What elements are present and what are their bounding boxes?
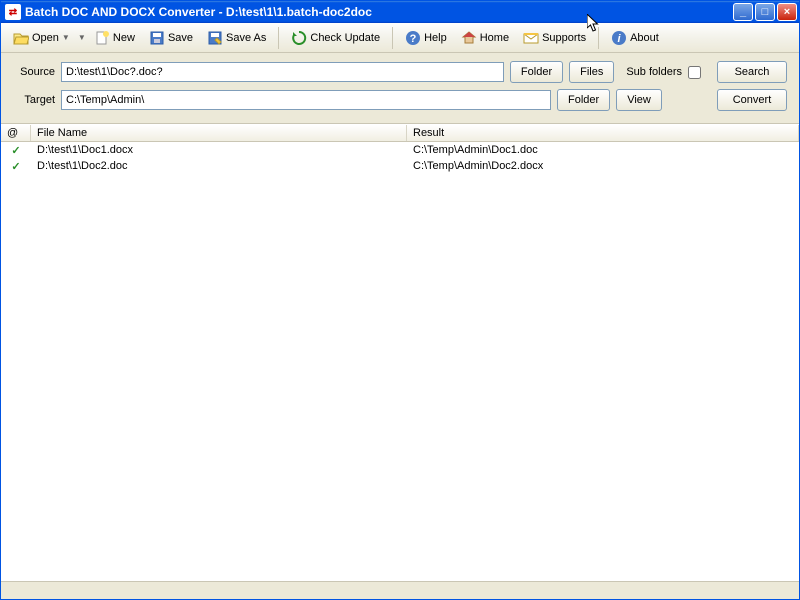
separator [392,27,393,49]
col-filename[interactable]: File Name [31,125,407,141]
check-icon: ✓ [1,160,31,173]
help-label: Help [424,32,447,44]
app-icon: ⇄ [5,4,21,20]
target-view-button[interactable]: View [616,89,662,111]
maximize-button[interactable]: □ [755,3,775,21]
target-input[interactable] [61,90,551,110]
check-update-button[interactable]: Check Update [285,27,386,49]
about-label: About [630,32,659,44]
list-header: @ File Name Result [1,124,799,142]
open-icon [13,30,29,46]
cell-result: C:\Temp\Admin\Doc2.docx [407,160,799,172]
save-icon [149,30,165,46]
statusbar [1,581,799,599]
supports-icon [523,30,539,46]
save-button[interactable]: Save [143,27,199,49]
source-label: Source [13,66,55,78]
window-title: Batch DOC AND DOCX Converter - D:\test\1… [25,5,733,19]
check-icon: ✓ [1,144,31,157]
convert-button[interactable]: Convert [717,89,787,111]
close-button[interactable]: × [777,3,797,21]
col-status[interactable]: @ [1,125,31,141]
open-label: Open [32,32,59,44]
check-update-label: Check Update [310,32,380,44]
new-button[interactable]: New [88,27,141,49]
open-dropdown[interactable]: ▼ [78,33,86,42]
toolbar: Open ▼ ▼ New Save Save As Check Update ?… [1,23,799,53]
new-label: New [113,32,135,44]
help-button[interactable]: ? Help [399,27,453,49]
check-update-icon [291,30,307,46]
subfolders-label: Sub folders [626,66,682,78]
save-label: Save [168,32,193,44]
subfolders-checkbox[interactable] [688,66,701,79]
supports-button[interactable]: Supports [517,27,592,49]
supports-label: Supports [542,32,586,44]
open-dropdown-icon: ▼ [62,33,70,42]
home-icon [461,30,477,46]
cell-filename: D:\test\1\Doc2.doc [31,160,407,172]
separator [278,27,279,49]
target-label: Target [13,94,55,106]
table-row[interactable]: ✓D:\test\1\Doc2.docC:\Temp\Admin\Doc2.do… [1,158,799,174]
target-folder-button[interactable]: Folder [557,89,610,111]
svg-text:?: ? [410,33,417,45]
help-icon: ? [405,30,421,46]
separator [598,27,599,49]
saveas-label: Save As [226,32,266,44]
saveas-button[interactable]: Save As [201,27,272,49]
home-label: Home [480,32,509,44]
open-button[interactable]: Open ▼ [7,27,76,49]
saveas-icon [207,30,223,46]
home-button[interactable]: Home [455,27,515,49]
source-folder-button[interactable]: Folder [510,61,563,83]
form-panel: Source Folder Files Sub folders Search T… [1,53,799,123]
app-window: ⇄ Batch DOC AND DOCX Converter - D:\test… [0,0,800,600]
about-button[interactable]: i About [605,27,665,49]
search-button[interactable]: Search [717,61,787,83]
file-list[interactable]: @ File Name Result ✓D:\test\1\Doc1.docxC… [1,123,799,581]
table-row[interactable]: ✓D:\test\1\Doc1.docxC:\Temp\Admin\Doc1.d… [1,142,799,158]
source-files-button[interactable]: Files [569,61,614,83]
col-result[interactable]: Result [407,125,799,141]
source-input[interactable] [61,62,504,82]
minimize-button[interactable]: _ [733,3,753,21]
cell-filename: D:\test\1\Doc1.docx [31,144,407,156]
cell-result: C:\Temp\Admin\Doc1.doc [407,144,799,156]
new-icon [94,30,110,46]
titlebar[interactable]: ⇄ Batch DOC AND DOCX Converter - D:\test… [1,1,799,23]
about-icon: i [611,30,627,46]
